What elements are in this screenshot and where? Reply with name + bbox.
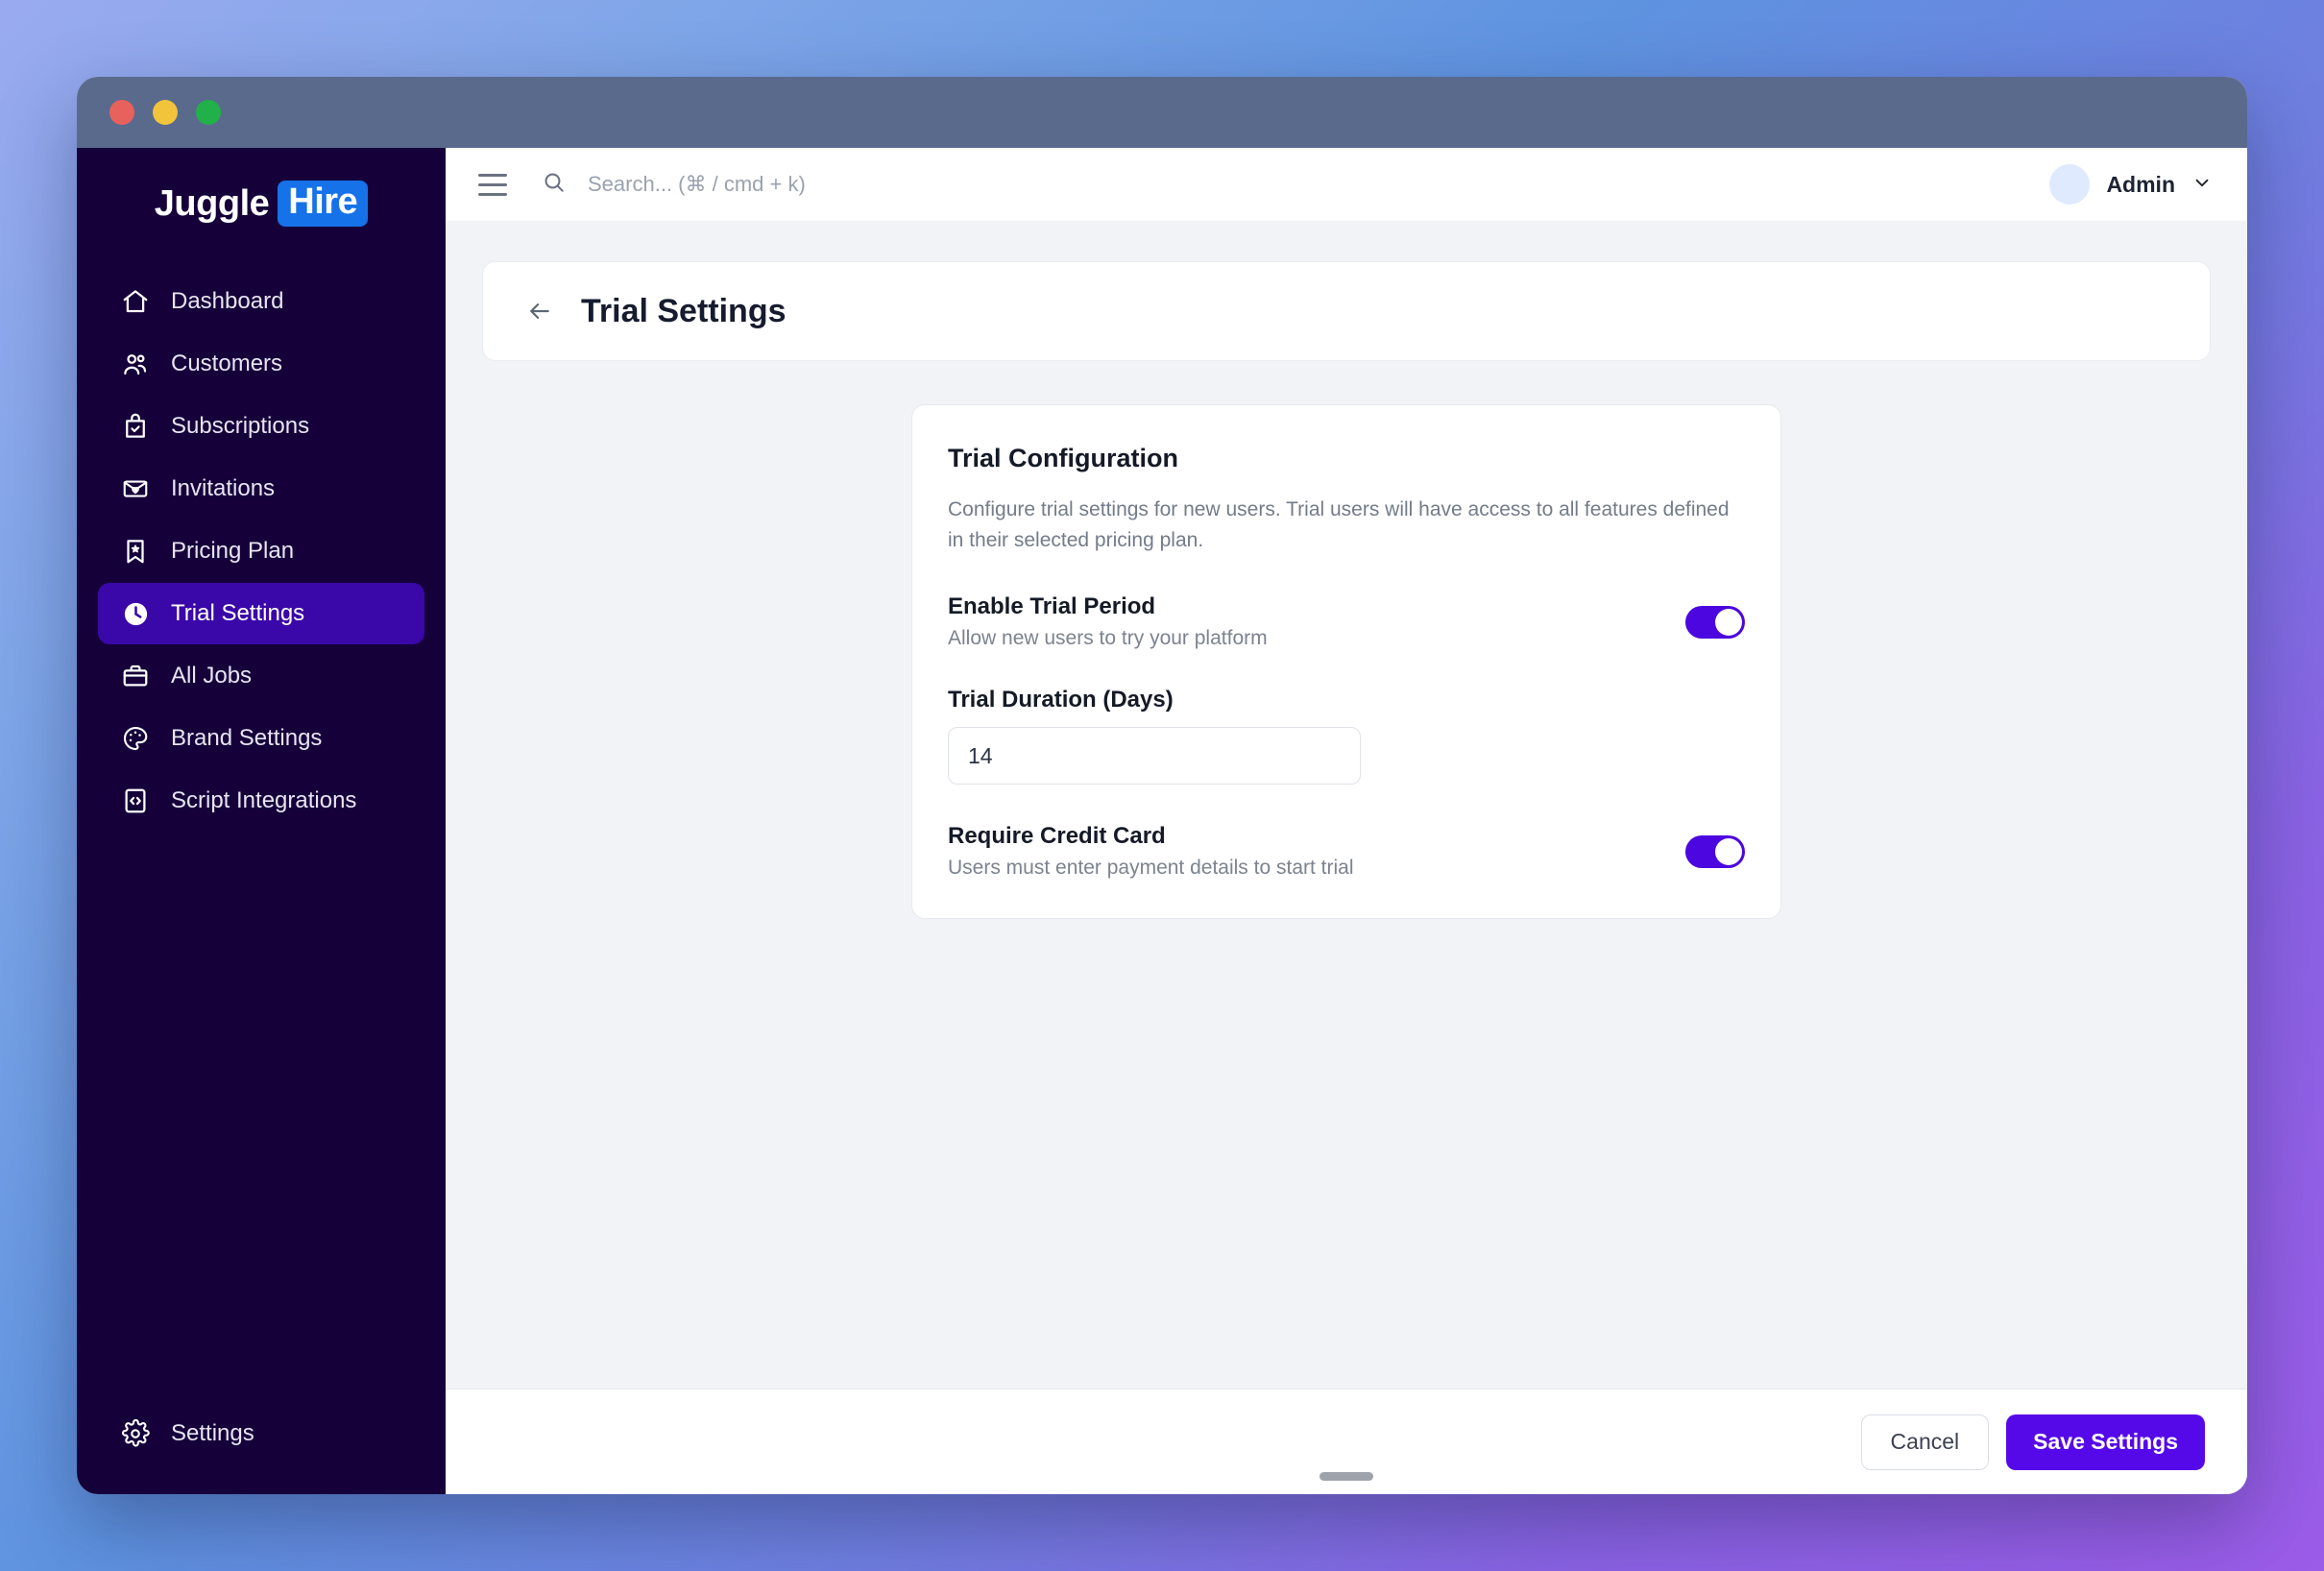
page-title: Trial Settings xyxy=(581,292,787,329)
zoom-window-button[interactable] xyxy=(196,100,221,125)
sidebar-item-settings[interactable]: Settings xyxy=(98,1403,424,1464)
card-description: Configure trial settings for new users. … xyxy=(948,498,1730,551)
enable-trial-period-text: Enable Trial Period Allow new users to t… xyxy=(948,593,1268,650)
palette-icon xyxy=(119,722,152,755)
setting-sublabel: Users must enter payment details to star… xyxy=(948,857,1354,879)
main-area: Search... (⌘ / cmd + k) Admin Trial Sett… xyxy=(446,148,2247,1494)
gear-icon xyxy=(119,1417,152,1450)
app-logo[interactable]: Juggle Hire xyxy=(77,181,446,227)
page-header: Trial Settings xyxy=(482,261,2211,361)
sidebar-item-label: Script Integrations xyxy=(171,787,357,813)
sidebar-item-label: Customers xyxy=(171,350,283,376)
avatar xyxy=(2049,164,2091,205)
sidebar-item-subscriptions[interactable]: Subscriptions xyxy=(98,396,424,457)
window-resize-handle[interactable] xyxy=(1319,1472,1373,1481)
toggle-knob xyxy=(1715,608,1742,636)
clock-icon xyxy=(119,597,152,630)
code-icon xyxy=(119,785,152,817)
app-window: Juggle Hire Dashboard Customers Subscrip… xyxy=(77,77,2247,1494)
sidebar-item-label: Settings xyxy=(171,1420,254,1446)
sidebar-item-invitations[interactable]: Invitations xyxy=(98,458,424,520)
sidebar-bottom: Settings xyxy=(77,1403,446,1494)
cancel-button[interactable]: Cancel xyxy=(1860,1414,1990,1470)
sidebar-item-dashboard[interactable]: Dashboard xyxy=(98,271,424,332)
sidebar-item-label: Subscriptions xyxy=(171,413,310,439)
bag-check-icon xyxy=(119,410,152,443)
user-name: Admin xyxy=(2106,171,2175,197)
sidebar: Juggle Hire Dashboard Customers Subscrip… xyxy=(77,148,446,1494)
trial-configuration-card: Trial Configuration Configure trial sett… xyxy=(911,404,1781,919)
close-window-button[interactable] xyxy=(109,100,134,125)
trial-duration-input[interactable] xyxy=(948,727,1361,785)
user-menu[interactable]: Admin xyxy=(2049,164,2213,205)
footer-actions: Cancel Save Settings xyxy=(446,1389,2247,1494)
trial-duration-field-block: Trial Duration (Days) xyxy=(948,687,1745,785)
sidebar-item-pricing-plan[interactable]: Pricing Plan xyxy=(98,520,424,582)
sidebar-item-label: Trial Settings xyxy=(171,600,305,626)
require-credit-card-row: Require Credit Card Users must enter pay… xyxy=(948,823,1745,880)
save-settings-button[interactable]: Save Settings xyxy=(2006,1414,2205,1470)
home-icon xyxy=(119,285,152,318)
toggle-knob xyxy=(1715,837,1742,865)
sidebar-item-label: Pricing Plan xyxy=(171,538,295,564)
bookmark-star-icon xyxy=(119,535,152,568)
search-input[interactable]: Search... (⌘ / cmd + k) xyxy=(542,170,2049,200)
sidebar-item-brand-settings[interactable]: Brand Settings xyxy=(98,708,424,769)
users-icon xyxy=(119,348,152,380)
sidebar-item-label: Dashboard xyxy=(171,288,284,314)
enable-trial-period-toggle[interactable] xyxy=(1685,605,1745,639)
arrow-left-icon[interactable] xyxy=(525,297,554,326)
sidebar-item-trial-settings[interactable]: Trial Settings xyxy=(98,583,424,644)
topbar: Search... (⌘ / cmd + k) Admin xyxy=(446,148,2247,221)
card-title: Trial Configuration xyxy=(948,444,1178,472)
logo-badge-text: Hire xyxy=(278,181,369,227)
search-icon xyxy=(542,170,567,200)
sidebar-item-all-jobs[interactable]: All Jobs xyxy=(98,645,424,707)
sidebar-item-customers[interactable]: Customers xyxy=(98,333,424,395)
enable-trial-period-row: Enable Trial Period Allow new users to t… xyxy=(948,593,1745,650)
require-credit-card-text: Require Credit Card Users must enter pay… xyxy=(948,823,1354,880)
setting-sublabel: Allow new users to try your platform xyxy=(948,627,1268,649)
sidebar-nav: Dashboard Customers Subscriptions Invita… xyxy=(77,271,446,833)
logo-primary-text: Juggle xyxy=(154,182,270,224)
mail-heart-icon xyxy=(119,472,152,505)
trial-duration-label: Trial Duration (Days) xyxy=(948,687,1174,713)
sidebar-item-label: Brand Settings xyxy=(171,725,323,751)
require-credit-card-toggle[interactable] xyxy=(1685,834,1745,868)
sidebar-item-label: All Jobs xyxy=(171,663,253,689)
sidebar-item-script-integrations[interactable]: Script Integrations xyxy=(98,770,424,832)
window-titlebar xyxy=(77,77,2247,148)
briefcase-icon xyxy=(119,660,152,692)
hamburger-icon[interactable] xyxy=(478,173,507,196)
search-placeholder: Search... (⌘ / cmd + k) xyxy=(588,172,806,196)
sidebar-item-label: Invitations xyxy=(171,475,276,501)
setting-label: Require Credit Card xyxy=(948,823,1166,849)
chevron-down-icon xyxy=(2191,172,2213,198)
setting-label: Enable Trial Period xyxy=(948,593,1156,619)
minimize-window-button[interactable] xyxy=(153,100,178,125)
page-content: Trial Settings Trial Configuration Confi… xyxy=(446,221,2247,1389)
